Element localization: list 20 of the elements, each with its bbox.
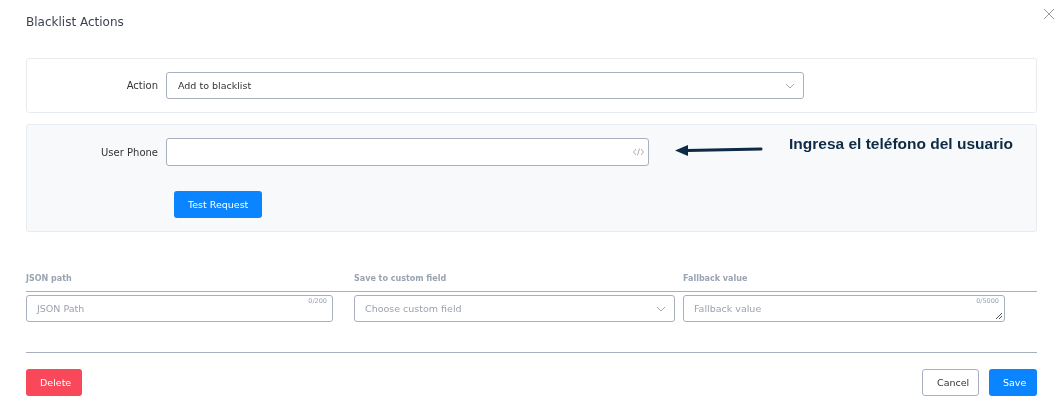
test-request-button[interactable]: Test Request xyxy=(174,191,263,218)
action-select[interactable]: Add to blacklist xyxy=(166,72,804,99)
dialog-title: Blacklist Actions xyxy=(26,15,124,29)
chevron-down-icon xyxy=(656,305,666,312)
field-label: User Phone xyxy=(100,146,159,158)
phone-field[interactable] xyxy=(166,138,649,166)
custom-field-select[interactable]: Choose custom field xyxy=(354,295,675,322)
resize-handle-icon[interactable] xyxy=(995,312,1003,320)
arrow-left-icon xyxy=(675,144,763,156)
annotation-text: Ingresa el teléfono del usuario xyxy=(789,135,1013,153)
chevron-down-icon xyxy=(785,82,795,89)
column-header: JSON path xyxy=(26,274,72,283)
save-button[interactable]: Save xyxy=(989,369,1037,396)
column-header: Fallback value xyxy=(683,274,748,283)
column-header: Save to custom field xyxy=(354,274,447,283)
delete-button[interactable]: Delete xyxy=(26,369,82,396)
close-icon[interactable] xyxy=(1043,8,1055,20)
code-icon[interactable] xyxy=(633,148,644,156)
field-label: Action xyxy=(125,80,159,91)
cancel-button[interactable]: Cancel xyxy=(922,369,979,396)
